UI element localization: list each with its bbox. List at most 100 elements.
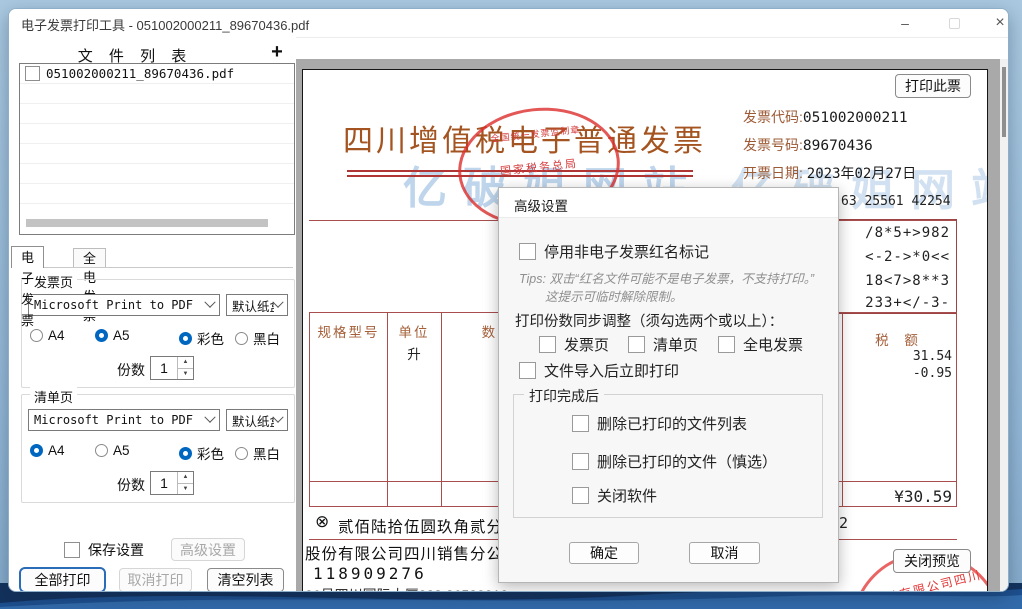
desktop: 电子发票打印工具 - 051002000211_89670436.pdf – ×… [0,0,1022,609]
list-radio-a5[interactable]: A5 [95,443,130,458]
left-panel: 文 件 列 表 + 051002000211_89670436.pdf 电子发票… [9,37,296,591]
invoice-number-label: 发票号码: [743,137,803,153]
spin-down-icon[interactable]: ▼ [178,368,193,380]
advanced-settings-button[interactable]: 高级设置 [171,538,245,561]
invoice-radio-a4[interactable]: A4 [30,328,65,343]
checkbox-icon [718,336,735,353]
column-header-tax: 税 额 [842,329,957,349]
file-list-hscrollbar[interactable] [26,219,268,227]
column-header-spec: 规格型号 [310,321,387,341]
preview-vscrollbar[interactable] [1000,59,1008,591]
list-page-group-label: 清单页 [30,387,77,406]
unit-value: 升 [387,343,441,363]
invoice-number-row: 发票号码:89670436 [743,135,873,155]
invoice-page-group: 发票页 Microsoft Print to PDF 默认纸盒 A4 A5 彩色 [21,279,295,388]
checkbox-label: 发票页 [564,334,609,355]
checkbox-label: 文件导入后立即打印 [544,360,679,381]
invoice-printer-select[interactable]: Microsoft Print to PDF [28,294,220,316]
dialog-title: 高级设置 [514,195,568,215]
maximize-icon [949,18,960,29]
disable-red-mark-checkbox[interactable]: 停用非电子发票红名标记 [519,241,709,262]
spin-down-icon[interactable]: ▼ [178,483,193,495]
list-printer-select[interactable]: Microsoft Print to PDF [28,409,220,431]
delete-printed-files-checkbox[interactable]: 删除已打印的文件（慎选） [572,451,777,472]
print-on-import-checkbox[interactable]: 文件导入后立即打印 [519,360,679,381]
checkbox-icon [572,415,589,432]
close-preview-button[interactable]: 关闭预览 [893,549,971,573]
vscrollbar-thumb[interactable] [1002,67,1006,137]
file-list-empty-row [20,84,294,104]
file-list-empty-row [20,144,294,164]
invoice-copies-label: 份数 [117,360,145,380]
tab-full-digital-invoice[interactable]: 全电发票 [73,248,106,268]
amount-figure-fragment: 2 [839,514,848,532]
delete-printed-list-checkbox[interactable]: 删除已打印的文件列表 [572,413,747,434]
dialog-title-bar: 高级设置 [499,188,838,218]
sync-invoice-page-checkbox[interactable]: 发票页 [539,334,609,355]
cipher-line: 233+</-3- [865,295,950,311]
minimize-button[interactable]: – [882,9,928,37]
tab-electronic-invoice[interactable]: 电子发票 [11,246,44,268]
spin-up-icon[interactable]: ▲ [178,472,193,483]
radio-label: 彩色 [197,443,224,463]
advanced-settings-dialog: 高级设置 停用非电子发票红名标记 Tips: 双击“红名文件可能不是电子发票，不… [498,187,839,583]
invoice-date-row: 开票日期: 2023年02月27日 [743,163,916,183]
list-printer-value: Microsoft Print to PDF [34,413,206,427]
radio-icon [95,444,108,457]
radio-selected-icon [179,332,192,345]
add-file-button[interactable]: + [265,40,289,64]
stamp-text: 国家税务总局 [461,151,618,183]
file-checkbox[interactable] [25,66,40,81]
invoice-page-group-label: 发票页 [30,272,77,291]
seller-address-fragment: 06号四川国际大厦028 86520010 [305,585,508,592]
ok-button[interactable]: 确定 [569,542,639,564]
maximize-button[interactable] [931,9,977,37]
clear-list-button[interactable]: 清空列表 [207,568,284,592]
invoice-printer-value: Microsoft Print to PDF [34,298,206,312]
title-bar: 电子发票打印工具 - 051002000211_89670436.pdf – × [9,9,1008,38]
tips-line: Tips: 双击“红名文件可能不是电子发票，不支持打印。” [519,268,814,287]
seller-name-fragment: 股份有限公司四川销售分公司 [305,542,520,564]
spin-up-icon[interactable]: ▲ [178,357,193,368]
close-button[interactable]: × [977,9,1009,37]
checkbox-icon [64,542,80,558]
tips-line: 这提示可临时解除限制。 [545,286,683,305]
file-list-empty-row [20,104,294,124]
radio-label: 黑白 [253,443,280,463]
invoice-copies-stepper[interactable]: 1 ▲▼ [150,356,194,380]
file-list-item[interactable]: 051002000211_89670436.pdf [20,64,294,84]
amount-in-words: 贰佰陆拾伍圆玖角贰分 [338,515,503,537]
list-tray-select[interactable]: 默认纸盒 [226,409,288,431]
sync-adjust-label: 打印份数同步调整（须勾选两个或以上）： [515,310,783,331]
tax-value: -0.95 [913,366,952,381]
list-page-group: 清单页 Microsoft Print to PDF 默认纸盒 A4 A5 彩色 [21,394,295,503]
cipher-line: 18<7>8**3 [865,273,950,289]
invoice-radio-bw[interactable]: 黑白 [235,328,280,348]
invoice-tray-select[interactable]: 默认纸盒 [226,294,288,316]
radio-icon [235,447,248,460]
invoice-tray-value: 默认纸盒 [232,296,274,315]
list-radio-bw[interactable]: 黑白 [235,443,280,463]
list-copies-stepper[interactable]: 1 ▲▼ [150,471,194,495]
invoice-number-value: 89670436 [803,138,873,154]
print-this-button[interactable]: 打印此票 [895,74,971,98]
save-settings-checkbox[interactable]: 保存设置 [64,540,144,560]
save-settings-label: 保存设置 [88,540,144,560]
chevron-down-icon [204,297,215,308]
radio-selected-icon [30,444,43,457]
list-radio-a4[interactable]: A4 [30,443,65,458]
checkbox-label: 删除已打印的文件（慎选） [597,451,777,472]
invoice-date-label: 开票日期: [743,165,803,181]
close-software-checkbox[interactable]: 关闭软件 [572,485,657,506]
file-list-empty-row [20,124,294,144]
sync-full-digital-checkbox[interactable]: 全电发票 [718,334,803,355]
sync-list-page-checkbox[interactable]: 清单页 [628,334,698,355]
print-all-button[interactable]: 全部打印 [19,567,106,592]
cancel-button[interactable]: 取消 [689,542,760,564]
invoice-radio-color[interactable]: 彩色 [179,328,224,348]
radio-label: A4 [48,443,65,458]
checkbox-label: 停用非电子发票红名标记 [544,241,709,262]
cancel-print-button[interactable]: 取消打印 [119,568,192,592]
invoice-radio-a5[interactable]: A5 [95,328,130,343]
list-radio-color[interactable]: 彩色 [179,443,224,463]
